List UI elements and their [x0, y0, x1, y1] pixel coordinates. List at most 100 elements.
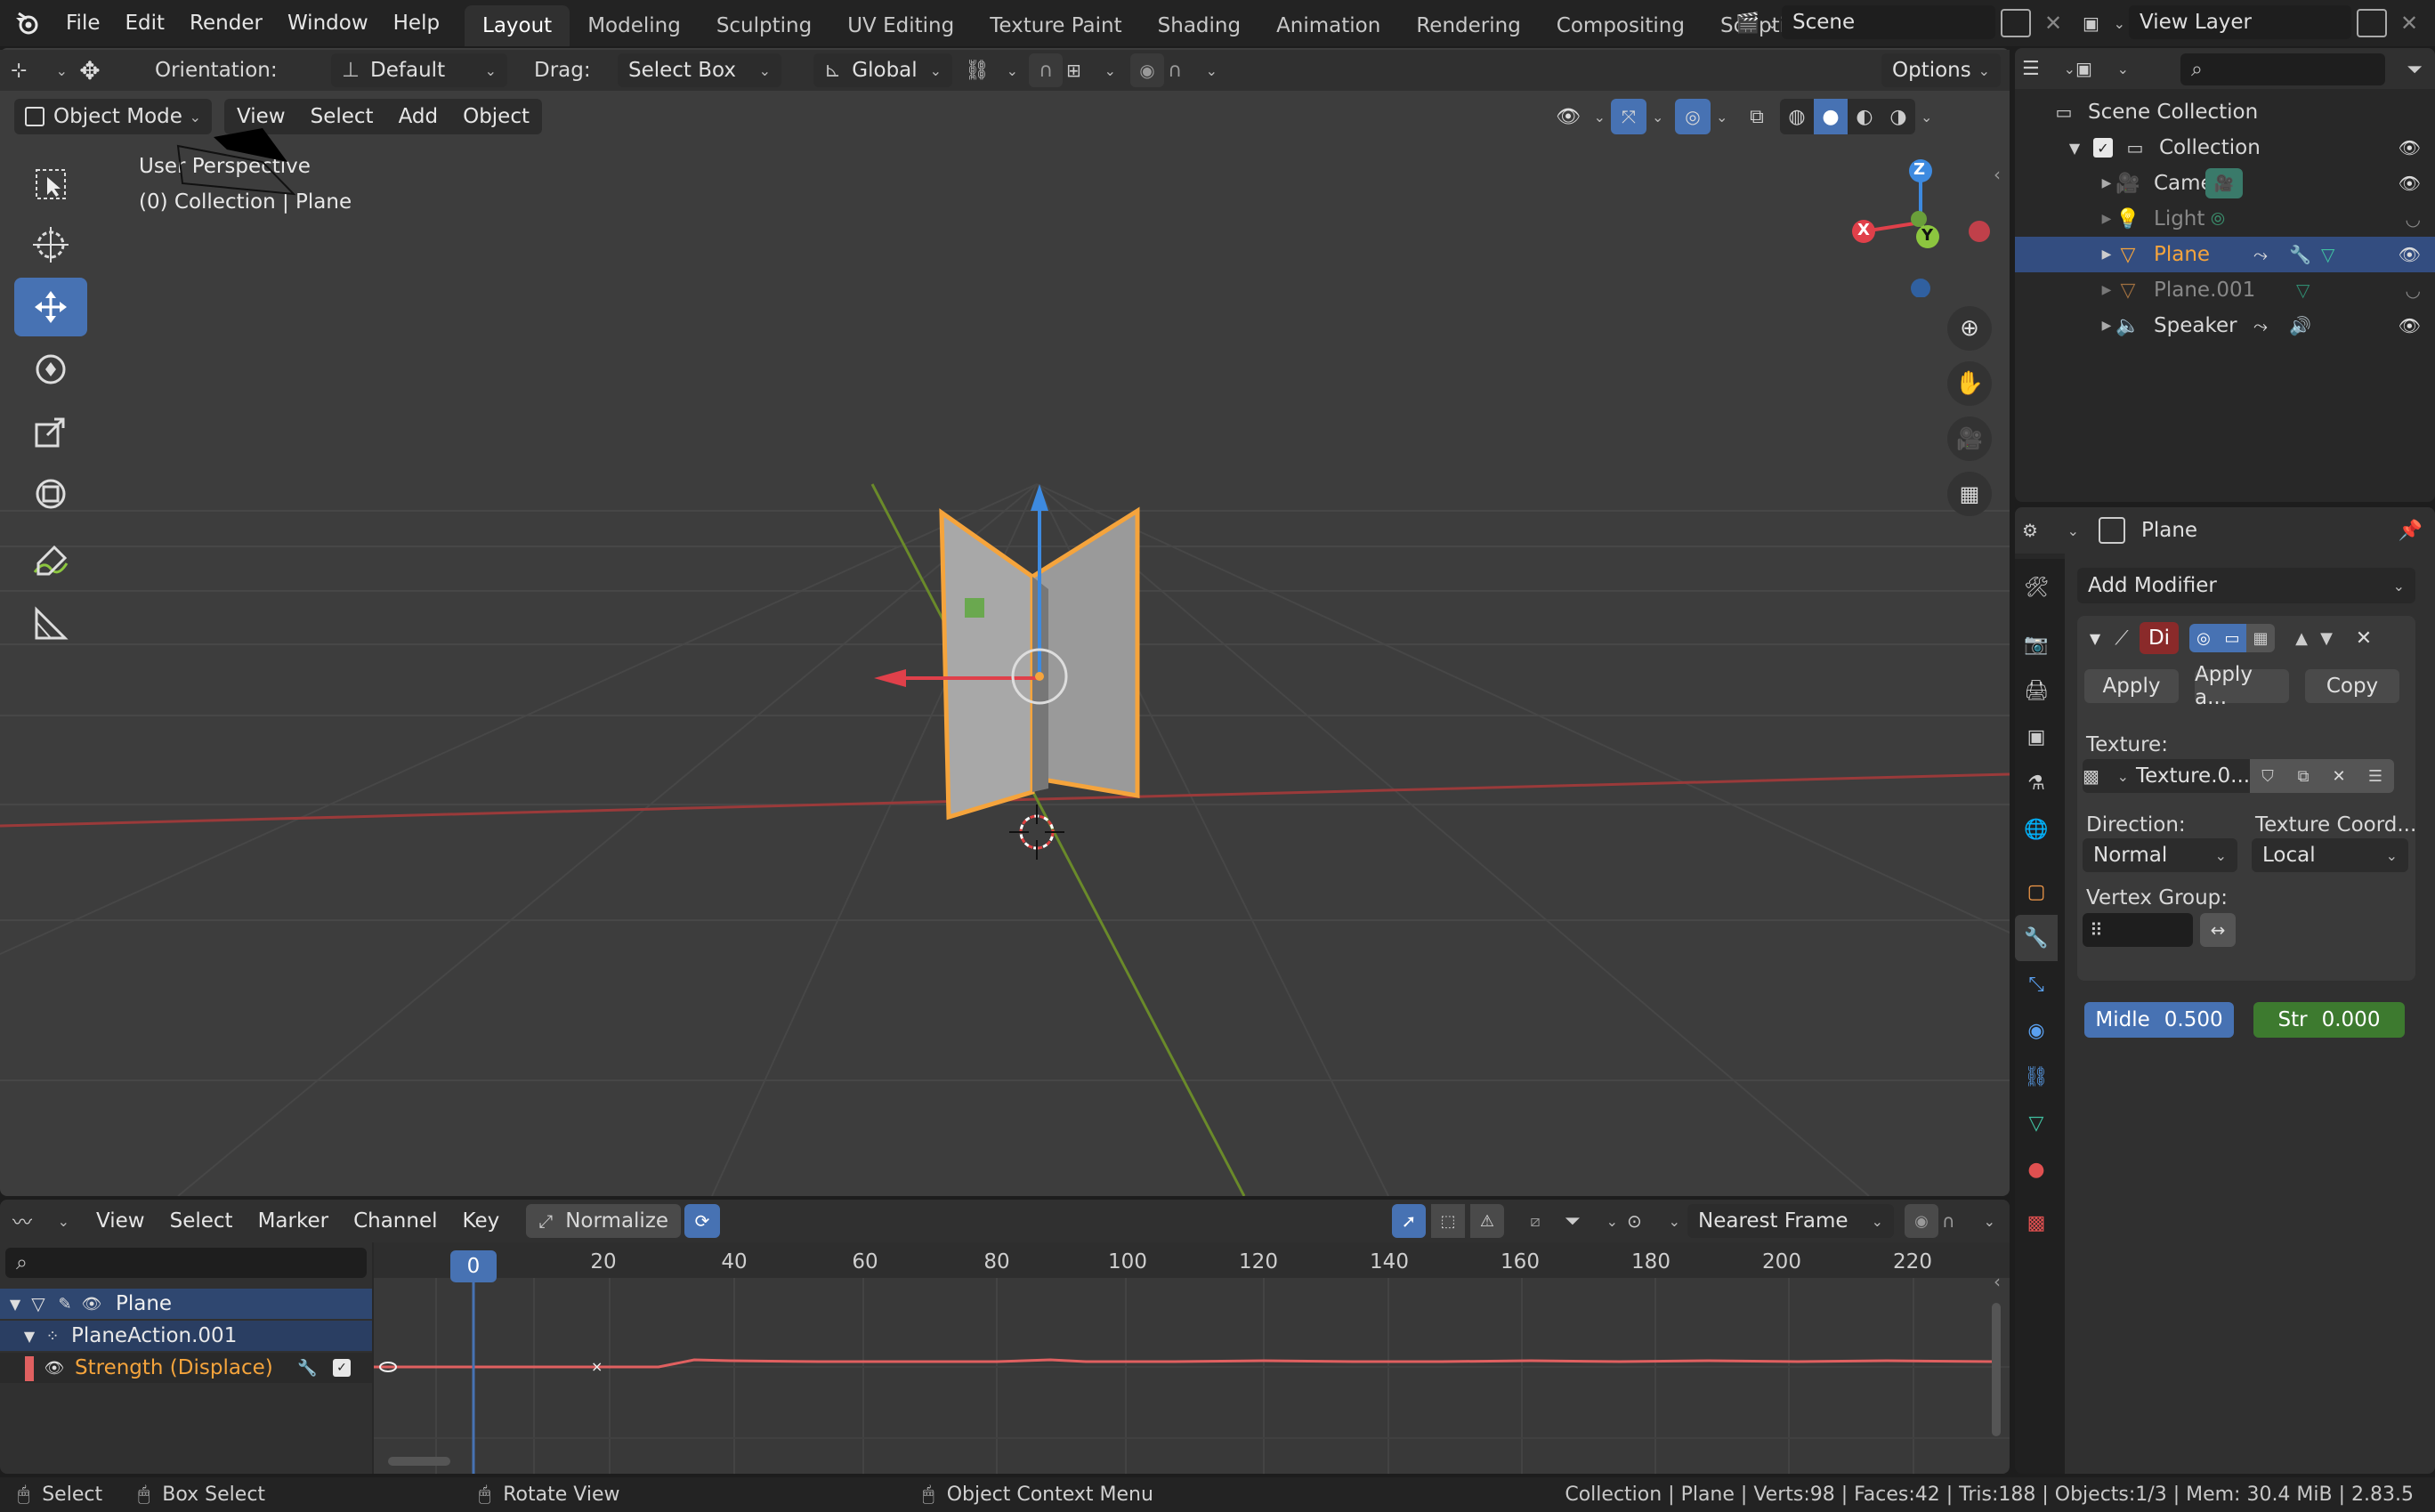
- tab-modifiers[interactable]: 🔧: [2015, 915, 2058, 961]
- view-layer-field[interactable]: View Layer: [2129, 5, 2351, 39]
- tab-tool[interactable]: 🛠: [2015, 564, 2058, 610]
- tab-uv-editing[interactable]: UV Editing: [829, 5, 972, 46]
- graph-sidebar-toggle-icon[interactable]: ‹: [1994, 1271, 2001, 1292]
- invert-vertex-group-icon[interactable]: ↔: [2200, 913, 2236, 947]
- fake-user-shield-icon[interactable]: ⛉: [2250, 759, 2285, 793]
- modifier-wrench-icon[interactable]: 🔧: [2289, 244, 2311, 265]
- move-down-icon[interactable]: ▼: [2314, 629, 2339, 648]
- outliner-item-light[interactable]: ▶ 💡 Light ⦾ ◡: [2015, 201, 2435, 237]
- expand-arrow-icon[interactable]: ▼: [5, 1296, 25, 1313]
- gizmo-chevron-icon[interactable]: ⌄: [1652, 109, 1670, 125]
- transform-tool[interactable]: [14, 465, 87, 523]
- tab-texture-paint[interactable]: Texture Paint: [972, 5, 1139, 46]
- ghost-curves-icon[interactable]: ⧄: [1518, 1204, 1552, 1238]
- camera-view-icon[interactable]: 🎥: [1947, 416, 1992, 461]
- tab-constraints[interactable]: ⛓: [2015, 1054, 2058, 1100]
- viewport-menu-select[interactable]: Select: [298, 99, 386, 134]
- edit-mode-toggle-icon[interactable]: ◎: [2189, 624, 2218, 652]
- current-frame-indicator[interactable]: 0: [450, 1250, 497, 1282]
- texture-name-field[interactable]: Texture.0...: [2129, 759, 2250, 793]
- hidden-eye-icon[interactable]: ◡: [2406, 279, 2421, 301]
- scene-name-field[interactable]: Scene: [1782, 5, 1995, 39]
- expand-arrow-icon[interactable]: ▶: [2099, 176, 2115, 190]
- outliner-scene-collection[interactable]: ▭ Scene Collection: [2015, 94, 2435, 130]
- hidden-eye-icon[interactable]: ◡: [2406, 208, 2421, 230]
- graph-horizontal-scrollbar[interactable]: [388, 1457, 450, 1466]
- transform-orientation-dropdown[interactable]: ⊾ Global ⌄: [813, 53, 952, 87]
- copy-button[interactable]: Copy: [2305, 669, 2399, 703]
- texture-properties-icon[interactable]: ☰: [2357, 759, 2394, 793]
- rendered-shading-icon[interactable]: ◑: [1881, 99, 1915, 134]
- drag-dropdown[interactable]: Select Box ⌄: [618, 53, 781, 87]
- filter-icon[interactable]: ⏷: [2401, 53, 2428, 85]
- viewport-toggle-icon[interactable]: ▭: [2218, 624, 2246, 652]
- blender-logo-icon[interactable]: [0, 0, 53, 46]
- measure-tool[interactable]: [14, 594, 87, 653]
- perspective-toggle-icon[interactable]: ▦: [1947, 472, 1992, 516]
- gizmo-toggle-icon[interactable]: ⤧: [1611, 99, 1646, 134]
- show-hidden-icon[interactable]: ⬚: [1431, 1204, 1465, 1238]
- overlays-chevron-icon[interactable]: ⌄: [1716, 109, 1734, 125]
- material-shading-icon[interactable]: ◐: [1848, 99, 1881, 134]
- rotate-tool[interactable]: [14, 340, 87, 399]
- tab-scene[interactable]: ⚗: [2015, 760, 2058, 806]
- render-toggle-icon[interactable]: ▦: [2246, 624, 2275, 652]
- new-scene-icon[interactable]: [2001, 9, 2031, 37]
- pan-hand-icon[interactable]: ✋: [1947, 361, 1992, 406]
- animation-data-icon[interactable]: ⤳: [2253, 244, 2268, 265]
- tab-sculpting[interactable]: Sculpting: [699, 5, 829, 46]
- display-mode-icon[interactable]: ▣ ⌄: [2075, 51, 2129, 86]
- falloff-icon[interactable]: ∩ ⌄: [1942, 1204, 1995, 1238]
- delete-scene-icon[interactable]: ✕: [2038, 7, 2068, 39]
- expand-arrow-icon[interactable]: ▶: [2099, 247, 2115, 262]
- falloff-curve-icon[interactable]: ∩ ⌄: [1168, 53, 1218, 87]
- add-modifier-dropdown[interactable]: Add Modifier ⌄: [2077, 568, 2415, 603]
- viewport-menu-object[interactable]: Object: [450, 99, 542, 134]
- expand-arrow-icon[interactable]: ▶: [2099, 283, 2115, 297]
- viewport-menu-add[interactable]: Add: [386, 99, 451, 134]
- tab-modeling[interactable]: Modeling: [570, 5, 699, 46]
- menu-render[interactable]: Render: [177, 0, 275, 46]
- snap-target-icon[interactable]: ⊞ ⌄: [1066, 53, 1116, 87]
- wireframe-shading-icon[interactable]: ◍: [1780, 99, 1814, 134]
- tab-data[interactable]: ▽: [2015, 1100, 2058, 1146]
- channel-action[interactable]: ▼ ⁘ PlaneAction.001: [0, 1321, 372, 1351]
- visibility-eye-icon[interactable]: 👁: [2399, 315, 2421, 336]
- visibility-eye-icon[interactable]: 👁: [2399, 173, 2421, 194]
- cursor-tool[interactable]: [14, 215, 87, 274]
- mute-checkbox-icon[interactable]: ✓: [333, 1359, 351, 1377]
- tab-layout[interactable]: Layout: [465, 5, 570, 46]
- graph-editor-type-icon[interactable]: 〰 ⌄: [12, 1203, 69, 1239]
- view-layer-icon[interactable]: ▣ ⌄: [2083, 7, 2125, 39]
- mesh-data-icon[interactable]: ▽: [2321, 244, 2334, 265]
- menu-file[interactable]: File: [53, 0, 113, 46]
- speaker-data-icon[interactable]: 🔊: [2289, 315, 2311, 336]
- only-errors-icon[interactable]: ⚠: [1470, 1204, 1504, 1238]
- texture-browse-icon[interactable]: ▩ ⌄: [2083, 759, 2129, 793]
- graph-menu-view[interactable]: View: [84, 1200, 158, 1242]
- tab-physics[interactable]: ◉: [2015, 1007, 2058, 1054]
- only-selected-icon[interactable]: ➚: [1392, 1204, 1426, 1238]
- sidebar-toggle-arrow-icon[interactable]: ‹: [1994, 164, 2001, 185]
- editor-type-icon[interactable]: ☰ ⌄: [2022, 51, 2075, 86]
- outliner-item-plane-001[interactable]: ▶ ▽ Plane.001 ▽ ◡: [2015, 272, 2435, 308]
- zoom-icon[interactable]: ⊕: [1947, 306, 1992, 351]
- animation-data-icon[interactable]: ⤳: [2253, 315, 2268, 336]
- duplicate-texture-icon[interactable]: ⧉: [2285, 759, 2321, 793]
- pivot-icon[interactable]: ⊙ ⌄: [1627, 1204, 1680, 1238]
- direction-dropdown[interactable]: Normal ⌄: [2083, 838, 2237, 872]
- texture-coords-dropdown[interactable]: Local ⌄: [2252, 838, 2408, 872]
- overlays-icon[interactable]: ◎: [1675, 99, 1711, 134]
- menu-window[interactable]: Window: [275, 0, 381, 46]
- normalize-toggle[interactable]: ⤢ Normalize: [526, 1204, 682, 1238]
- scale-tool[interactable]: [14, 402, 87, 461]
- expand-arrow-icon[interactable]: ▼: [2065, 140, 2084, 157]
- graph-menu-marker[interactable]: Marker: [246, 1200, 342, 1242]
- strength-field[interactable]: Str 0.000: [2253, 1002, 2405, 1038]
- visibility-eye-icon[interactable]: 👁: [78, 1295, 105, 1314]
- modifier-name-field[interactable]: Di: [2140, 622, 2179, 654]
- midlevel-field[interactable]: Midle 0.500: [2084, 1002, 2234, 1038]
- solid-shading-icon[interactable]: ●: [1814, 99, 1848, 134]
- pin-icon[interactable]: 📌: [2399, 520, 2423, 542]
- menu-edit[interactable]: Edit: [113, 0, 178, 46]
